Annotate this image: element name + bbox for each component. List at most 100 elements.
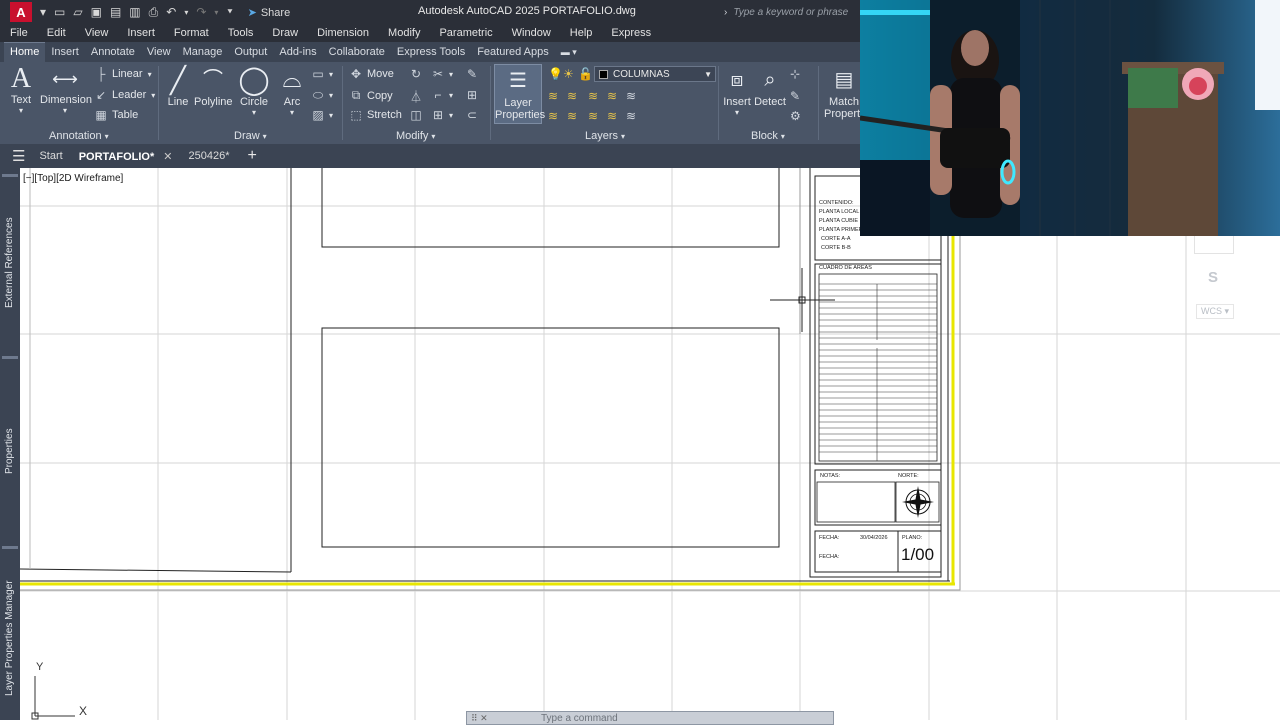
new-file-icon[interactable]: ▭ xyxy=(54,5,65,19)
menu-modify[interactable]: Modify xyxy=(388,27,420,39)
erase-button[interactable]: ✎ xyxy=(466,67,483,81)
leader-button[interactable]: ↙ Leader ▾ xyxy=(95,88,155,102)
block-attributes-icon[interactable]: ⚙ xyxy=(790,109,801,123)
layer-lock-icon[interactable]: 🔓 xyxy=(578,67,593,81)
menu-help[interactable]: Help xyxy=(570,27,593,39)
layer-dropdown[interactable]: COLUMNAS ▼ xyxy=(594,66,716,82)
tab-manage[interactable]: Manage xyxy=(177,43,229,62)
search-input[interactable]: › Type a keyword or phrase xyxy=(724,3,860,21)
wcs-menu-button[interactable]: WCS ▾ xyxy=(1196,304,1235,319)
layer-on-icon[interactable]: 💡 xyxy=(548,67,563,81)
share-button[interactable]: ➤ Share xyxy=(248,6,291,19)
autocad-logo-icon[interactable]: A xyxy=(10,2,32,22)
modify-panel-label[interactable]: Modify ▾ xyxy=(396,130,435,142)
tab-home[interactable]: Home xyxy=(4,42,46,62)
menu-format[interactable]: Format xyxy=(174,27,209,39)
command-line[interactable]: ⠿ ✕ Type a command xyxy=(466,711,834,725)
app-menu-chevron-icon[interactable]: ▾ xyxy=(40,5,46,19)
palette-grip[interactable] xyxy=(2,356,18,359)
new-tab-plus-icon[interactable]: + xyxy=(247,147,256,165)
rotate-button[interactable]: ↻ xyxy=(410,67,427,81)
undo-dropdown-icon[interactable]: ▾ xyxy=(184,8,188,17)
circle-button[interactable]: ◯ Circle ▾ xyxy=(238,64,270,117)
command-line-grip-icon[interactable]: ⠿ ✕ xyxy=(467,713,497,724)
rectangle-button[interactable]: ▭ ▾ xyxy=(312,67,333,81)
dimension-button[interactable]: ⟷ Dimension ▾ xyxy=(40,64,92,115)
layers-panel-label[interactable]: Layers ▾ xyxy=(585,130,625,142)
stretch-button[interactable]: ⬚ Stretch xyxy=(350,108,402,122)
linear-button[interactable]: ├ Linear ▾ xyxy=(95,67,152,81)
menu-tools[interactable]: Tools xyxy=(228,27,254,39)
arc-button[interactable]: ⌓ Arc ▾ xyxy=(278,64,306,117)
layer-walk-icon[interactable]: ≋ xyxy=(626,89,636,103)
properties-palette-tab[interactable]: Properties xyxy=(0,364,20,544)
file-tab-portafolio[interactable]: PORTAFOLIO* ✕ xyxy=(79,150,173,163)
layer-freeze-all-icon[interactable]: ≋ xyxy=(567,109,577,123)
drawing-canvas[interactable]: CONTENIDO: PLANTA LOCAL PLANTA CUBIE PLA… xyxy=(20,168,1280,720)
block-panel-label[interactable]: Block ▾ xyxy=(751,130,785,142)
command-input[interactable]: Type a command xyxy=(541,713,618,724)
layer-lock-all-icon[interactable]: ≋ xyxy=(588,109,598,123)
tab-annotate[interactable]: Annotate xyxy=(85,43,141,62)
menu-file[interactable]: File xyxy=(10,27,28,39)
menu-window[interactable]: Window xyxy=(512,27,551,39)
annotation-panel-label[interactable]: Annotation ▾ xyxy=(49,130,109,142)
text-button[interactable]: A Text ▾ xyxy=(8,64,34,116)
fillet-button[interactable]: ⌐ ▾ xyxy=(432,88,453,102)
save-icon[interactable]: ▣ xyxy=(91,5,102,19)
gradient-button[interactable]: ▨ ▾ xyxy=(312,108,333,122)
draw-panel-label[interactable]: Draw ▾ xyxy=(234,130,267,142)
menu-dimension[interactable]: Dimension xyxy=(317,27,369,39)
copy-button[interactable]: ⧉ Copy xyxy=(350,88,393,103)
hamburger-menu-icon[interactable]: ☰ xyxy=(12,147,25,165)
search-expand-icon[interactable]: › xyxy=(724,7,727,18)
open-file-icon[interactable]: ▱ xyxy=(73,5,82,19)
ribbon-display-toggle-icon[interactable]: ▬ ▾ xyxy=(555,44,583,62)
palette-grip[interactable] xyxy=(2,546,18,549)
create-block-icon[interactable]: ⊹ xyxy=(790,67,800,81)
layer-properties-manager-palette-tab[interactable]: Layer Properties Manager xyxy=(0,554,20,720)
insert-block-button[interactable]: ⧈ Insert ▾ xyxy=(722,64,752,117)
viewcube-south-label[interactable]: S xyxy=(1208,269,1218,286)
tab-view[interactable]: View xyxy=(141,43,177,62)
layer-previous-icon[interactable]: ≋ xyxy=(567,89,577,103)
mirror-button[interactable]: ⏃ xyxy=(410,88,427,105)
file-tab-start[interactable]: Start xyxy=(39,150,62,162)
table-button[interactable]: ▦ Table xyxy=(95,108,138,122)
detect-button[interactable]: ⌕ Detect xyxy=(753,64,787,108)
tab-collaborate[interactable]: Collaborate xyxy=(323,43,391,62)
layer-merge-icon[interactable]: ≋ xyxy=(626,109,636,123)
polyline-button[interactable]: ⌒ Polyline xyxy=(194,64,233,108)
publish-icon[interactable]: ▥ xyxy=(129,5,140,19)
menu-view[interactable]: View xyxy=(85,27,109,39)
tab-add-ins[interactable]: Add-ins xyxy=(273,43,322,62)
tab-featured-apps[interactable]: Featured Apps xyxy=(471,43,555,62)
menu-insert[interactable]: Insert xyxy=(127,27,155,39)
layer-freeze-icon[interactable]: ☀ xyxy=(563,67,574,81)
customize-quick-access-icon[interactable]: ⯆ xyxy=(226,7,233,18)
line-button[interactable]: ╱ Line xyxy=(164,64,192,108)
scale-button[interactable]: ◫ xyxy=(410,108,427,122)
plot-icon[interactable]: ⎙ xyxy=(149,5,159,20)
redo-icon[interactable]: ↷ xyxy=(196,5,206,19)
match-properties-button[interactable]: ▤ Match Propertie xyxy=(824,64,869,120)
layer-isolate-icon[interactable]: ≋ xyxy=(588,89,598,103)
array-button[interactable]: ⊞ ▾ xyxy=(432,108,453,122)
menu-draw[interactable]: Draw xyxy=(272,27,298,39)
tab-insert[interactable]: Insert xyxy=(45,43,85,62)
menu-parametric[interactable]: Parametric xyxy=(439,27,492,39)
trim-button[interactable]: ✂ ▾ xyxy=(432,67,453,81)
external-references-palette-tab[interactable]: External References xyxy=(0,182,20,358)
edit-block-icon[interactable]: ✎ xyxy=(790,89,800,103)
close-tab-icon[interactable]: ✕ xyxy=(163,151,172,163)
layer-unisolate-icon[interactable]: ≋ xyxy=(607,89,617,103)
save-as-icon[interactable]: ▤ xyxy=(110,5,121,19)
move-button[interactable]: ✥ Move xyxy=(350,67,394,81)
file-tab-250426[interactable]: 250426* xyxy=(188,150,229,162)
hatch-button[interactable]: ⬭ ▾ xyxy=(312,88,333,103)
offset-button[interactable]: ⊂ xyxy=(466,108,483,122)
menu-edit[interactable]: Edit xyxy=(47,27,66,39)
layer-properties-button[interactable]: ☰ Layer Properties xyxy=(494,64,545,124)
redo-dropdown-icon[interactable]: ▾ xyxy=(214,8,218,17)
palette-grip[interactable] xyxy=(2,174,18,177)
